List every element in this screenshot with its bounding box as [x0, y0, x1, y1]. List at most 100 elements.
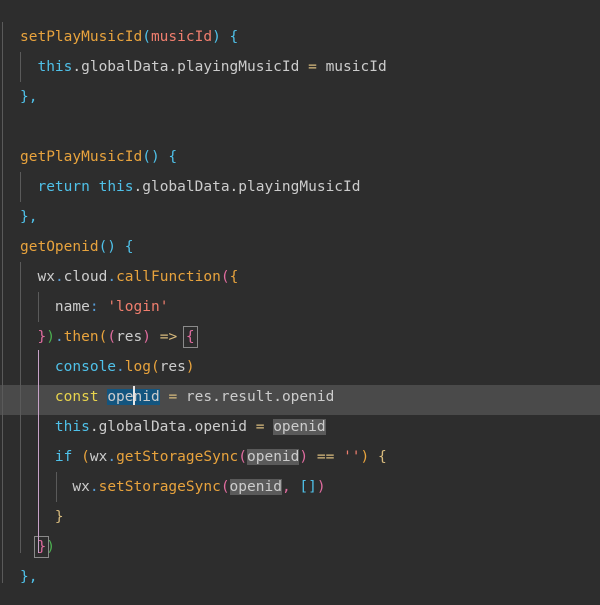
token-brace-close: }	[37, 329, 47, 345]
token-comma: ,	[28, 569, 38, 585]
occurrence-highlight-openid[interactable]: openid	[273, 419, 326, 435]
token-this-keyword: this	[98, 179, 134, 195]
token-brace-close: }	[20, 569, 29, 585]
code-line-13-active[interactable]: const openid = res.result.openid	[0, 382, 600, 412]
token-expression: res.result.openid	[185, 389, 335, 405]
token-if-keyword: if	[54, 449, 73, 465]
token-paren-close: )	[46, 539, 55, 555]
code-line-4-blank[interactable]	[0, 112, 600, 142]
token-value-identifier: musicId	[325, 59, 387, 75]
token-paren-close: )	[212, 29, 221, 45]
token-paren-open: (	[220, 269, 230, 285]
selection-part-2: nid	[133, 389, 160, 405]
token-method-then: then	[63, 329, 99, 345]
token-method-setstoragesync: setStorageSync	[98, 479, 221, 495]
token-brace-open: {	[124, 239, 134, 255]
code-line-11[interactable]: }).then((res) => {	[0, 322, 600, 352]
token-object-console: console	[54, 359, 117, 375]
code-line-3[interactable]: },	[0, 82, 600, 112]
code-line-19[interactable]: },	[0, 562, 600, 592]
token-brace-close: }	[54, 509, 64, 525]
token-paren-close: )	[185, 359, 195, 375]
code-line-18[interactable]: })	[0, 532, 600, 562]
token-brace-open: {	[168, 149, 178, 165]
selected-word-openid[interactable]: openid	[107, 386, 160, 405]
token-dot: .	[107, 449, 117, 465]
code-line-14[interactable]: this.globalData.openid = openid	[0, 412, 600, 442]
code-line-1[interactable]: setPlayMusicId(musicId) {	[0, 22, 600, 52]
token-property-chain: .globalData.openid	[89, 419, 247, 435]
token-brace-close: }	[20, 89, 29, 105]
token-method-callfunction: callFunction	[116, 269, 221, 285]
token-brace-open: {	[229, 29, 239, 45]
code-line-12[interactable]: console.log(res)	[0, 352, 600, 382]
token-function-name: getPlayMusicId	[20, 149, 143, 165]
code-content[interactable]: setPlayMusicId(musicId) { this.globalDat…	[0, 0, 600, 592]
token-assign-operator: =	[299, 59, 326, 75]
token-argument: res	[159, 359, 186, 375]
token-dot: .	[89, 479, 99, 495]
token-paren-close-inner: )	[299, 449, 309, 465]
token-paren-close: )	[316, 479, 326, 495]
token-property-chain: .globalData.playingMusicId	[133, 179, 361, 195]
code-line-8[interactable]: getOpenid() {	[0, 232, 600, 262]
token-colon: :	[89, 299, 99, 315]
token-brace-open-matched: {	[183, 326, 198, 348]
token-paren-open: (	[220, 479, 230, 495]
token-paren-close: )	[46, 329, 55, 345]
token-dot: .	[116, 359, 125, 375]
code-line-15[interactable]: if (wx.getStorageSync(openid) == '') {	[0, 442, 600, 472]
token-parameter: musicId	[150, 29, 213, 45]
code-line-5[interactable]: getPlayMusicId() {	[0, 142, 600, 172]
token-equality-operator: ==	[308, 449, 344, 465]
token-paren-open-inner: (	[107, 329, 117, 345]
token-comma: ,	[28, 89, 38, 105]
code-line-9[interactable]: wx.cloud.callFunction({	[0, 262, 600, 292]
occurrence-highlight-openid[interactable]: openid	[247, 449, 300, 465]
token-string-literal: 'login'	[107, 299, 169, 315]
token-this-keyword: this	[37, 59, 73, 75]
selection-part-1: ope	[107, 389, 134, 405]
token-arrow-param: res	[116, 329, 143, 345]
active-indent-guide	[38, 350, 39, 553]
code-line-10[interactable]: name: 'login'	[0, 292, 600, 322]
token-paren-open: (	[142, 29, 151, 45]
code-line-16[interactable]: wx.setStorageSync(openid, [])	[0, 472, 600, 502]
token-paren-close-inner: )	[142, 329, 151, 345]
token-brace-close: }	[20, 209, 29, 225]
token-function-name: getOpenid	[20, 239, 99, 255]
token-return-keyword: return	[37, 179, 90, 195]
occurrence-highlight-openid[interactable]: openid	[229, 479, 282, 495]
token-function-name: setPlayMusicId	[20, 29, 143, 45]
token-comma: ,	[281, 479, 300, 495]
token-method-log: log	[124, 359, 151, 375]
token-object-wx: wx	[89, 449, 108, 465]
token-brace-open: {	[378, 449, 387, 465]
token-method-getstoragesync: getStorageSync	[116, 449, 239, 465]
token-dot: .	[54, 269, 64, 285]
code-editor[interactable]: setPlayMusicId(musicId) { this.globalDat…	[0, 0, 600, 605]
code-line-2[interactable]: this.globalData.playingMusicId = musicId	[0, 52, 600, 82]
token-assign-operator: =	[246, 419, 274, 435]
token-this-keyword: this	[54, 419, 90, 435]
code-line-17[interactable]: }	[0, 502, 600, 532]
code-line-6[interactable]: return this.globalData.playingMusicId	[0, 172, 600, 202]
token-paren-open-inner: (	[238, 449, 248, 465]
token-empty-string: ''	[343, 449, 361, 465]
code-line-7[interactable]: },	[0, 202, 600, 232]
token-array-literal: []	[299, 479, 317, 495]
token-object-key: name	[54, 299, 90, 315]
token-paren-open: (	[81, 449, 90, 465]
token-brace-open: {	[229, 269, 239, 285]
token-comma: ,	[28, 209, 38, 225]
